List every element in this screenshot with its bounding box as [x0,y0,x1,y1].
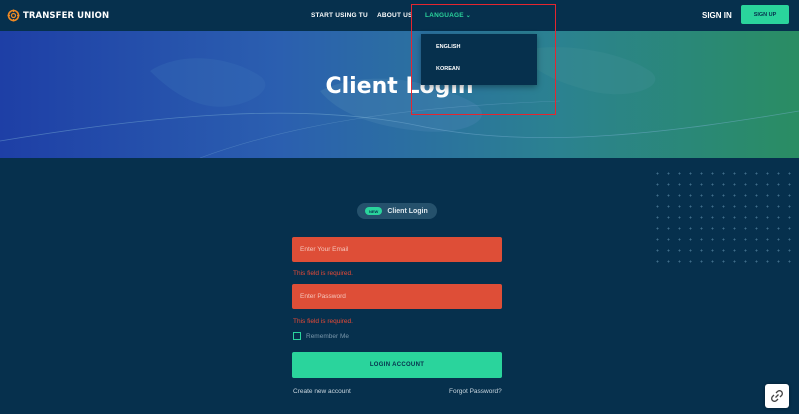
new-tag: NEW [365,207,383,215]
annotation-highlight-box [411,4,556,115]
client-login-badge: NEW Client Login [357,203,437,219]
remember-me-label: Remember Me [306,332,349,340]
password-error-text: This field is required. [293,318,353,325]
top-navbar: TRANSFER UNION START USING TU ABOUT US L… [0,0,799,31]
forgot-password-link[interactable]: Forgot Password? [449,388,502,395]
remember-me-checkbox[interactable] [293,332,301,340]
sign-up-button[interactable]: SIGN UP [741,5,789,24]
password-placeholder: Enter Password [300,293,346,300]
create-account-link[interactable]: Create new account [293,388,351,395]
email-error-text: This field is required. [293,270,353,277]
badge-label: Client Login [387,207,428,215]
brand-logo[interactable]: TRANSFER UNION [7,9,109,22]
password-field[interactable]: Enter Password [292,284,502,309]
nav-start-using[interactable]: START USING TU [311,12,368,19]
link-icon [771,390,783,402]
page-title: Client Login [325,74,474,99]
login-account-button[interactable]: LOGIN ACCOUNT [292,352,502,378]
sign-in-link[interactable]: SIGN IN [702,11,732,20]
transfer-union-logo-icon [7,9,20,22]
brand-name: TRANSFER UNION [23,10,110,21]
decorative-dot-grid [652,168,792,268]
email-placeholder: Enter Your Email [300,246,349,253]
remember-me[interactable]: Remember Me [293,332,349,340]
email-field[interactable]: Enter Your Email [292,237,502,262]
floating-link-button[interactable] [765,384,789,408]
nav-about-us[interactable]: ABOUT US [377,12,413,19]
hero-banner: Client Login [0,31,799,158]
